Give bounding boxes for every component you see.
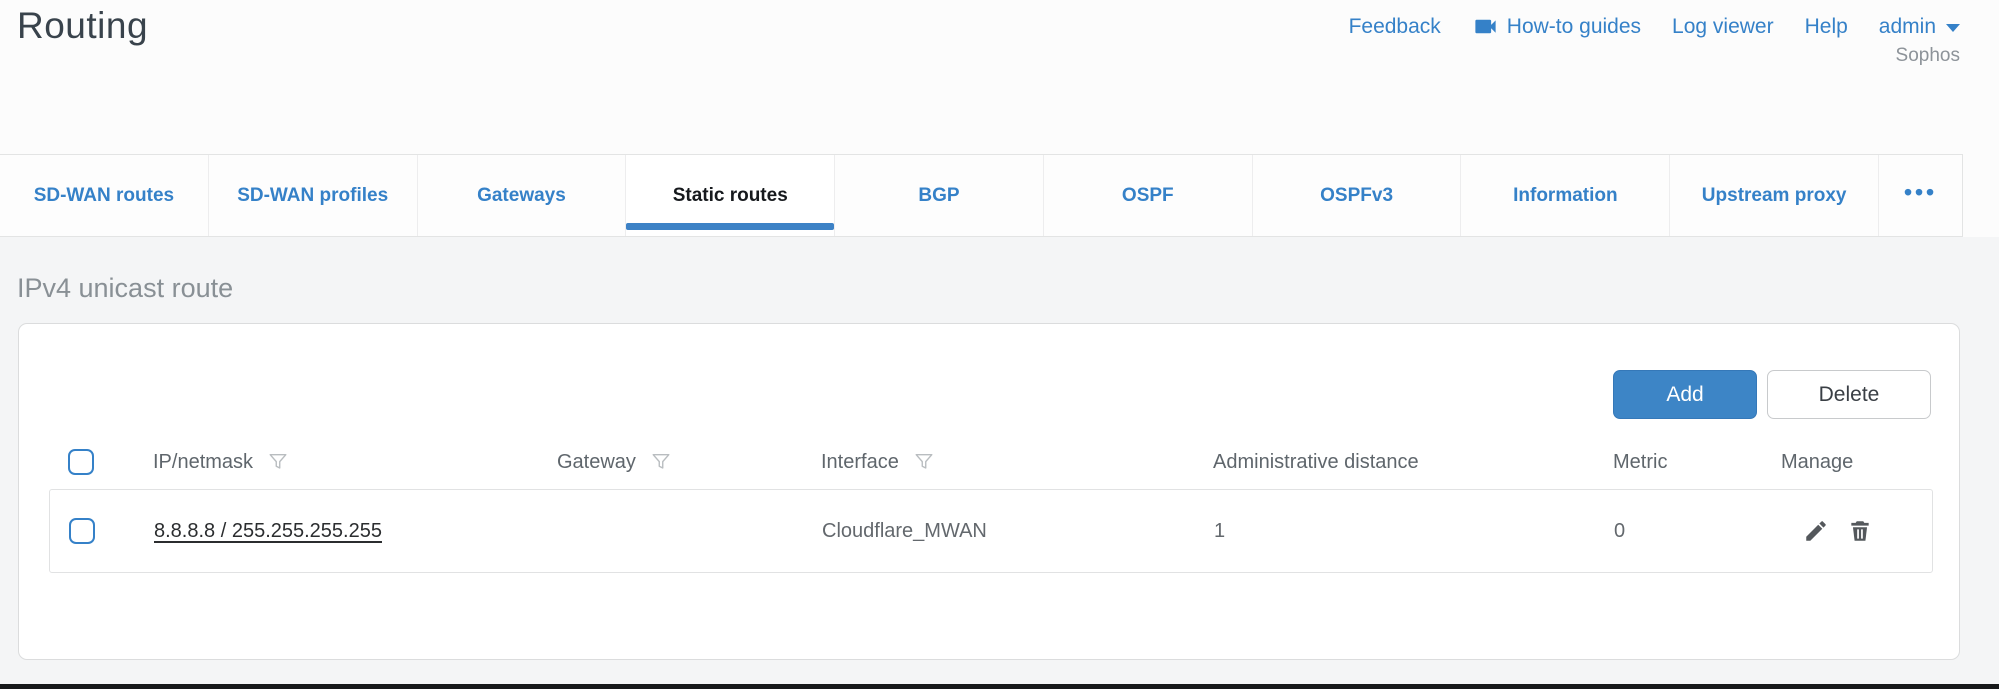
routing-tab-bar: SD-WAN routes SD-WAN profiles Gateways S… [0,154,1963,237]
section-title: IPv4 unicast route [17,273,233,304]
tab-upstream-proxy[interactable]: Upstream proxy [1670,155,1879,236]
chevron-down-icon [1946,24,1960,32]
admin-label: admin [1879,15,1936,39]
help-link[interactable]: Help [1805,15,1848,39]
page-title: Routing [17,5,148,47]
vendor-label: Sophos [1896,45,1960,67]
content-area: IPv4 unicast route Add Delete IP/netmask… [0,237,1999,684]
window-bottom-edge [0,684,1999,689]
howto-guides-label: How-to guides [1507,15,1641,39]
tab-information[interactable]: Information [1461,155,1670,236]
select-all-checkbox[interactable] [68,449,94,475]
filter-icon[interactable] [650,451,672,473]
tab-static-routes[interactable]: Static routes [626,155,835,236]
tab-sd-wan-routes[interactable]: SD-WAN routes [0,155,209,236]
tab-label: Information [1513,185,1618,207]
column-header-metric: Metric [1613,451,1667,473]
card-toolbar: Add Delete [1613,370,1931,419]
tab-ospf[interactable]: OSPF [1044,155,1253,236]
page-header: Routing Feedback How-to guides Log viewe… [0,0,1999,154]
ipv4-route-card: Add Delete IP/netmask Gateway Interface … [18,323,1960,660]
tab-label: BGP [918,185,959,207]
ellipsis-icon: ••• [1904,179,1937,206]
filter-icon[interactable] [913,451,935,473]
column-header-interface: Interface [821,451,899,474]
table-row: 8.8.8.8 / 255.255.255.255 Cloudflare_MWA… [49,489,1933,573]
edit-button[interactable] [1802,517,1830,545]
howto-guides-link[interactable]: How-to guides [1472,13,1641,40]
metric-cell: 0 [1614,520,1625,542]
pencil-icon [1803,518,1829,544]
ip-netmask-link[interactable]: 8.8.8.8 / 255.255.255.255 [154,520,382,542]
tab-label: SD-WAN profiles [237,185,388,207]
tab-label: OSPFv3 [1320,185,1393,207]
filter-icon[interactable] [267,451,289,473]
administrative-distance-cell: 1 [1214,520,1225,542]
active-tab-underline [626,223,834,230]
column-header-manage: Manage [1781,451,1853,473]
row-checkbox[interactable] [69,518,95,544]
tab-label: SD-WAN routes [34,185,174,207]
tab-label: Upstream proxy [1702,185,1847,207]
column-header-administrative-distance: Administrative distance [1213,451,1419,473]
trash-icon [1847,518,1873,544]
admin-menu[interactable]: admin [1879,15,1960,39]
tab-label: Gateways [477,185,566,207]
help-label: Help [1805,15,1848,39]
header-links: Feedback How-to guides Log viewer Help a… [1349,13,1960,40]
table-header-row: IP/netmask Gateway Interface Administrat… [49,434,1933,490]
column-header-gateway: Gateway [557,451,636,474]
tab-label: Static routes [673,185,788,207]
tab-bgp[interactable]: BGP [835,155,1044,236]
add-button[interactable]: Add [1613,370,1757,419]
column-header-ip-netmask: IP/netmask [153,451,253,474]
tab-more[interactable]: ••• [1879,155,1962,236]
feedback-link[interactable]: Feedback [1349,15,1441,39]
log-viewer-label: Log viewer [1672,15,1774,39]
log-viewer-link[interactable]: Log viewer [1672,15,1774,39]
video-camera-icon [1472,13,1499,40]
tab-ospfv3[interactable]: OSPFv3 [1253,155,1462,236]
tab-label: OSPF [1122,185,1174,207]
tab-gateways[interactable]: Gateways [418,155,627,236]
tab-sd-wan-profiles[interactable]: SD-WAN profiles [209,155,418,236]
interface-cell: Cloudflare_MWAN [822,520,987,542]
manage-cell [1782,517,1932,545]
delete-row-button[interactable] [1846,517,1874,545]
delete-button[interactable]: Delete [1767,370,1931,419]
feedback-link-label: Feedback [1349,15,1441,39]
